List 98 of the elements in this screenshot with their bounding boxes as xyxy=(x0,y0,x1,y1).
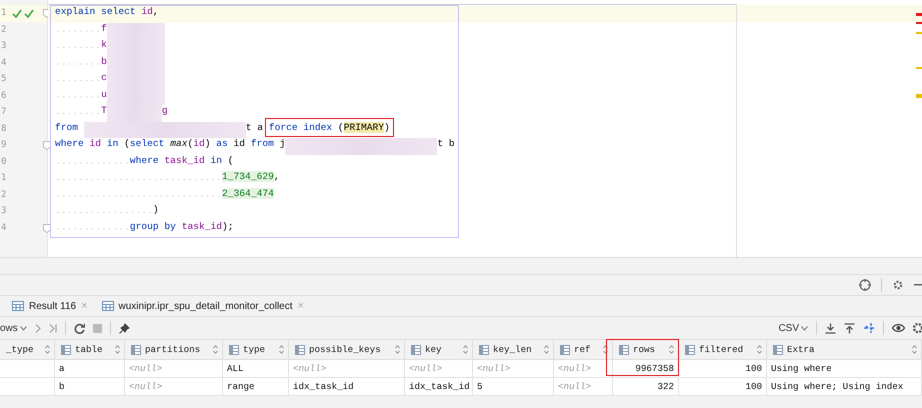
column-header[interactable]: partitions xyxy=(145,344,209,355)
table-cell: Using where; Using index xyxy=(767,378,922,396)
minimize-icon[interactable] xyxy=(914,284,922,286)
line-number: 3 xyxy=(1,206,8,216)
next-icon[interactable] xyxy=(34,324,41,332)
table-cell: 322 xyxy=(613,378,679,396)
table-cell: a xyxy=(55,360,125,378)
column-header[interactable]: key_len xyxy=(493,344,540,355)
line-number: 8 xyxy=(1,124,8,134)
sort-icon[interactable] xyxy=(45,345,50,354)
line-number: 4 xyxy=(1,58,8,68)
table-cell: <null> xyxy=(405,360,473,378)
column-icon xyxy=(295,344,305,354)
table-icon xyxy=(102,301,114,311)
rows-dropdown[interactable]: ows xyxy=(0,322,18,334)
line-number: 2 xyxy=(1,24,8,35)
line-number: 1 xyxy=(1,8,8,18)
line-number: 2 xyxy=(1,190,8,200)
column-icon xyxy=(411,344,421,354)
line-number: 4 xyxy=(1,222,8,233)
code-line: where id in (select max(id) as id from j t b xyxy=(55,138,455,154)
column-icon xyxy=(619,344,629,354)
column-header[interactable]: _type xyxy=(6,344,41,355)
column-header[interactable]: key xyxy=(425,344,459,355)
line-number: 0 xyxy=(1,156,8,167)
column-icon xyxy=(773,344,783,354)
code-line: k xyxy=(55,39,165,56)
download-icon[interactable] xyxy=(825,322,836,334)
table-cell: 5 xyxy=(473,378,554,396)
sort-icon[interactable] xyxy=(757,345,762,354)
table-cell: <null> xyxy=(125,378,223,396)
fold-icon[interactable] xyxy=(43,141,51,150)
format-dropdown[interactable]: CSV xyxy=(778,322,799,334)
table-cell: idx_task_id xyxy=(289,378,405,396)
table-cell: range xyxy=(223,378,289,396)
settings-icon[interactable] xyxy=(913,322,922,334)
sort-icon[interactable] xyxy=(603,345,608,354)
table-cell: 100 xyxy=(679,378,767,396)
code-line: f xyxy=(55,22,165,39)
upload-icon[interactable] xyxy=(844,322,855,334)
column-icon xyxy=(61,344,71,354)
column-icon xyxy=(560,344,570,354)
column-header[interactable]: ref xyxy=(574,344,599,355)
eye-icon[interactable] xyxy=(892,323,905,333)
column-header[interactable]: rows xyxy=(633,344,665,355)
fold-icon[interactable] xyxy=(43,224,51,232)
sort-icon[interactable] xyxy=(463,345,468,354)
column-header[interactable]: Extra xyxy=(787,344,908,355)
sort-icon[interactable] xyxy=(395,345,400,354)
compare-icon[interactable] xyxy=(863,322,875,334)
column-icon xyxy=(685,344,695,354)
target-icon[interactable] xyxy=(859,279,871,291)
column-header[interactable]: possible_keys xyxy=(309,344,391,355)
table-cell: idx_task_id xyxy=(405,378,473,396)
line-number: 3 xyxy=(1,41,8,52)
table-cell: <null> xyxy=(473,360,554,378)
line-number: 6 xyxy=(1,90,8,101)
table-cell: Using where xyxy=(767,360,922,378)
table-cell: <null> xyxy=(289,360,405,378)
sort-icon[interactable] xyxy=(669,345,674,354)
pin-icon[interactable] xyxy=(118,322,130,334)
table-cell: ALL xyxy=(223,360,289,378)
line-number: 7 xyxy=(1,107,8,118)
line-number: 5 xyxy=(1,74,8,84)
sort-icon[interactable] xyxy=(279,345,284,354)
caret-icon[interactable] xyxy=(20,326,27,330)
settings-icon[interactable] xyxy=(892,279,904,291)
code-line: c xyxy=(55,72,165,88)
stop-icon[interactable] xyxy=(92,324,102,332)
code-line: where task_id in ( xyxy=(55,154,234,171)
table-cell: 9967358 xyxy=(613,360,679,378)
result-tab[interactable]: wuxinipr.ipr_spu_detail_monitor_collect × xyxy=(102,296,304,316)
sort-icon[interactable] xyxy=(213,345,218,354)
table-cell: 100 xyxy=(679,360,767,378)
code-line: T g xyxy=(55,105,168,122)
result-tab[interactable]: Result 116 × xyxy=(12,296,88,316)
column-icon xyxy=(229,344,239,354)
code-line: group by task_id); xyxy=(55,220,234,237)
column-icon xyxy=(479,344,489,354)
sort-icon[interactable] xyxy=(912,345,917,354)
table-icon xyxy=(12,301,24,311)
sort-icon[interactable] xyxy=(115,345,120,354)
column-icon xyxy=(131,344,141,354)
caret-icon[interactable] xyxy=(801,326,808,330)
column-header[interactable]: type xyxy=(243,344,275,355)
refresh-icon[interactable] xyxy=(74,322,85,334)
last-page-icon[interactable] xyxy=(48,324,57,332)
line-number: 9 xyxy=(1,140,8,150)
table-cell: <null> xyxy=(554,378,613,396)
code-line: b xyxy=(55,56,165,72)
code-line: u xyxy=(55,88,165,105)
column-header[interactable]: table xyxy=(75,344,111,355)
line-number: 1 xyxy=(1,173,8,184)
column-header[interactable]: filtered xyxy=(699,344,753,355)
table-cell: <null> xyxy=(125,360,223,378)
sort-icon[interactable] xyxy=(544,345,549,354)
table-cell: <null> xyxy=(554,360,613,378)
table-cell: b xyxy=(55,378,125,396)
